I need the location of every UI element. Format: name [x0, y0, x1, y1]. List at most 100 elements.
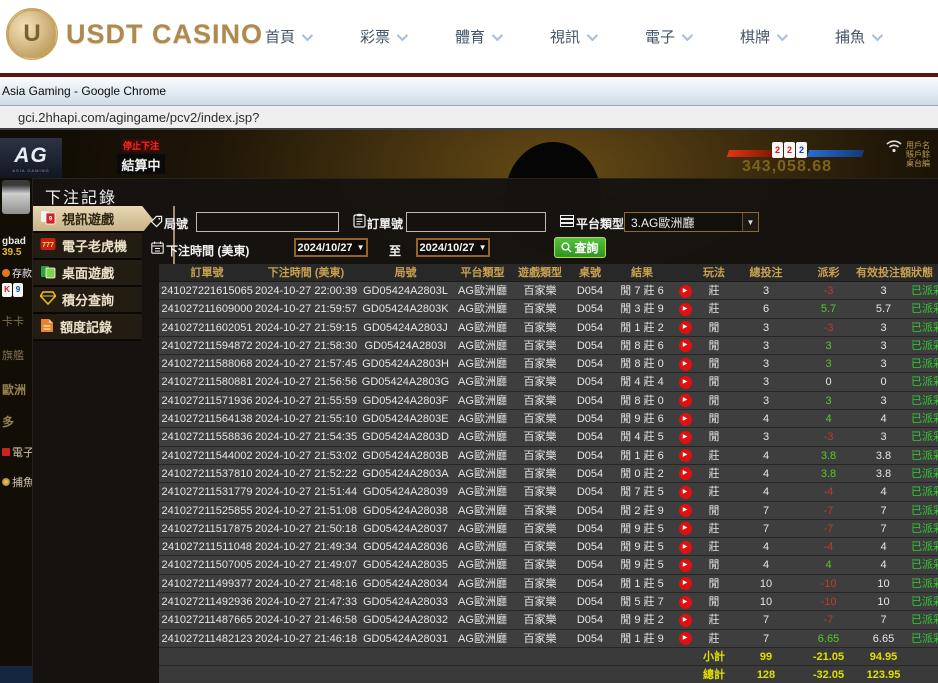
- table-cell: 莊: [697, 483, 731, 500]
- nav-item-0[interactable]: 首頁: [265, 26, 310, 47]
- table-cell: [673, 666, 697, 683]
- column-header: 遊戲類型: [511, 264, 569, 281]
- sidebar-item-4[interactable]: 額度記錄: [33, 314, 142, 341]
- play-video-icon[interactable]: ▶: [679, 321, 692, 334]
- table-cell: 3: [856, 355, 911, 372]
- play-video-icon[interactable]: ▶: [679, 394, 692, 407]
- table-cell: 2024-10-27 21:59:57: [255, 300, 357, 317]
- nav-item-2[interactable]: 體育: [455, 26, 500, 47]
- table-cell: GD05424A28036: [357, 538, 454, 555]
- play-video-icon[interactable]: ▶: [679, 614, 692, 627]
- table-cell: 2024-10-27 21:52:22: [255, 465, 357, 482]
- play-video-icon[interactable]: ▶: [679, 467, 692, 480]
- table-cell: 128: [731, 666, 801, 683]
- table-cell: ▶: [673, 556, 697, 573]
- table-cell: GD05424A28033: [357, 593, 454, 610]
- table-cell: 4: [731, 483, 801, 500]
- nav-item-6[interactable]: 捕魚: [835, 26, 880, 47]
- round-number-input[interactable]: [196, 212, 339, 232]
- table-cell: 百家樂: [511, 483, 569, 500]
- table-cell: 閒 1 莊 6: [611, 447, 673, 464]
- lobby-item-slots[interactable]: 電子: [2, 444, 32, 460]
- table-cell: 241027211487665: [159, 611, 255, 628]
- table-row: 2410272115641382024-10-27 21:55:10GD0542…: [159, 410, 938, 428]
- table-cell: D054: [569, 611, 611, 628]
- table-cell: AG歐洲廳: [454, 611, 511, 628]
- lobby-item-europe[interactable]: 歐洲: [2, 381, 32, 398]
- nav-item-4[interactable]: 電子: [645, 26, 690, 47]
- platform-type-select[interactable]: 3.AG歐洲廳 ▼: [624, 212, 759, 232]
- play-video-icon[interactable]: ▶: [679, 358, 692, 371]
- table-cell: 百家樂: [511, 319, 569, 336]
- sidebar-item-3[interactable]: 積分查詢: [33, 287, 142, 314]
- date-to-select[interactable]: 2024/10/27▼: [416, 238, 490, 257]
- play-video-icon[interactable]: ▶: [679, 632, 692, 645]
- play-video-icon[interactable]: ▶: [679, 504, 692, 517]
- chevron-down-icon: ▼: [479, 243, 487, 252]
- table-cell: 已派彩: [911, 483, 938, 500]
- table-cell: ▶: [673, 538, 697, 555]
- table-cell: 百家樂: [511, 300, 569, 317]
- table-cell: ▶: [673, 520, 697, 537]
- chevron-down-icon: [302, 29, 313, 40]
- nav-item-5[interactable]: 棋牌: [740, 26, 785, 47]
- column-header: 總投注: [731, 264, 801, 281]
- tag-icon: [150, 215, 163, 228]
- table-cell: -7: [801, 502, 856, 519]
- table-cell: 241027211492936: [159, 593, 255, 610]
- table-cell: ▶: [673, 447, 697, 464]
- table-cell: 241027211499377: [159, 575, 255, 592]
- logo-emblem-icon: U: [6, 8, 58, 60]
- nav-item-3[interactable]: 視訊: [550, 26, 595, 47]
- table-cell: D054: [569, 465, 611, 482]
- table-cell: 閒 7 莊 5: [611, 483, 673, 500]
- deposit-button[interactable]: 存款: [2, 265, 32, 280]
- ag-logo: AG ASIA GAMING: [0, 138, 62, 178]
- play-video-icon[interactable]: ▶: [679, 559, 692, 572]
- sidebar-item-2[interactable]: 桌面遊戲: [33, 260, 142, 287]
- lobby-item-kaka[interactable]: 卡卡: [2, 313, 32, 329]
- chevron-down-icon: [872, 29, 883, 40]
- table-cell: 2024-10-27 21:49:07: [255, 556, 357, 573]
- sidebar-item-label: 額度記錄: [60, 317, 112, 336]
- date-from-select[interactable]: 2024/10/27▼: [294, 238, 368, 257]
- column-header: 派彩: [801, 264, 856, 281]
- play-video-icon[interactable]: ▶: [679, 376, 692, 389]
- table-cell: AG歐洲廳: [454, 520, 511, 537]
- column-header: 訂單號: [159, 264, 255, 281]
- table-cell: 123.95: [856, 666, 911, 683]
- table-cell: 已派彩: [911, 611, 938, 628]
- table-cell: D054: [569, 319, 611, 336]
- play-video-icon[interactable]: ▶: [679, 596, 692, 609]
- search-button[interactable]: 查詢: [554, 237, 606, 258]
- play-video-icon[interactable]: ▶: [679, 303, 692, 316]
- play-video-icon[interactable]: ▶: [679, 285, 692, 298]
- play-video-icon[interactable]: ▶: [679, 486, 692, 499]
- table-cell: 百家樂: [511, 428, 569, 445]
- nav-label: 棋牌: [740, 26, 770, 47]
- round-number-label: 局號: [164, 215, 188, 232]
- order-number-input[interactable]: [406, 212, 546, 232]
- play-video-icon[interactable]: ▶: [679, 577, 692, 590]
- sidebar-item-1[interactable]: 777電子老虎機: [33, 233, 142, 260]
- table-cell: 3.8: [856, 465, 911, 482]
- lobby-item-fishing[interactable]: 捕魚王: [2, 474, 32, 490]
- sidebar-item-label: 視訊遊戲: [62, 209, 114, 228]
- table-row: 2410272116090002024-10-27 21:59:57GD0542…: [159, 300, 938, 318]
- chevron-down-icon: [777, 29, 788, 40]
- play-video-icon[interactable]: ▶: [679, 522, 692, 535]
- chevron-down-icon: [492, 29, 503, 40]
- table-cell: 莊: [697, 465, 731, 482]
- play-video-icon[interactable]: ▶: [679, 449, 692, 462]
- play-video-icon[interactable]: ▶: [679, 541, 692, 554]
- play-video-icon[interactable]: ▶: [679, 413, 692, 426]
- table-cell: 3: [801, 355, 856, 372]
- sidebar-item-0[interactable]: 9視訊遊戲: [33, 206, 153, 233]
- table-cell: 閒 8 莊 0: [611, 392, 673, 409]
- username-label: gbad: [2, 236, 32, 247]
- nav-item-1[interactable]: 彩票: [360, 26, 405, 47]
- play-video-icon[interactable]: ▶: [679, 339, 692, 352]
- lobby-item-flagship[interactable]: 旗艦: [2, 347, 32, 363]
- play-video-icon[interactable]: ▶: [679, 431, 692, 444]
- lobby-item-multi[interactable]: 多: [2, 413, 32, 430]
